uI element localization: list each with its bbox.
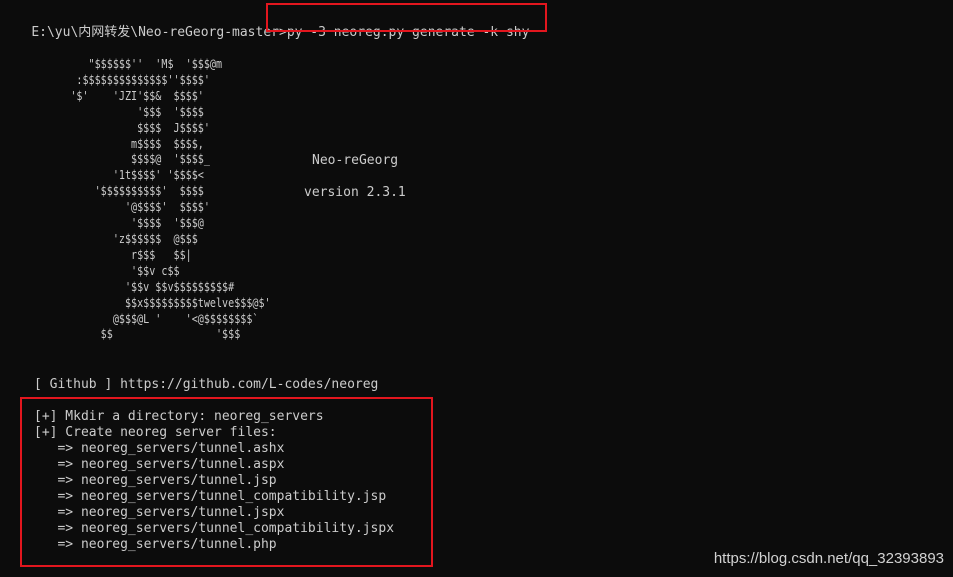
- command-text: py -3 neoreg.py generate -k shy: [286, 25, 530, 40]
- banner-version: version 2.3.1: [304, 185, 406, 200]
- prompt-path: E:\yu\内网转发\Neo-reGeorg-master>: [31, 25, 287, 40]
- output-line: [+] Create neoreg server files:: [34, 425, 277, 440]
- output-line: => neoreg_servers/tunnel.ashx: [34, 441, 285, 456]
- output-line: => neoreg_servers/tunnel.jspx: [34, 505, 285, 520]
- terminal-window[interactable]: E:\yu\内网转发\Neo-reGeorg-master>py -3 neor…: [0, 0, 953, 577]
- github-line: [ Github ] https://github.com/L-codes/ne…: [34, 377, 379, 392]
- prompt-line: E:\yu\内网转发\Neo-reGeorg-master>py -3 neor…: [0, 9, 529, 40]
- watermark-text: https://blog.csdn.net/qq_32393893: [713, 550, 944, 567]
- ascii-art-logo: "$$$$$$'' 'M$ '$$$@m :$$$$$$$$$$$$$$''$$…: [70, 57, 271, 342]
- output-line: => neoreg_servers/tunnel_compatibility.j…: [34, 489, 387, 504]
- output-line: [+] Mkdir a directory: neoreg_servers: [34, 409, 324, 424]
- output-line: => neoreg_servers/tunnel.php: [34, 537, 277, 552]
- output-line: => neoreg_servers/tunnel.aspx: [34, 457, 285, 472]
- banner-name: Neo-reGeorg: [312, 153, 399, 168]
- output-line: => neoreg_servers/tunnel.jsp: [34, 473, 277, 488]
- output-line: => neoreg_servers/tunnel_compatibility.j…: [34, 521, 395, 536]
